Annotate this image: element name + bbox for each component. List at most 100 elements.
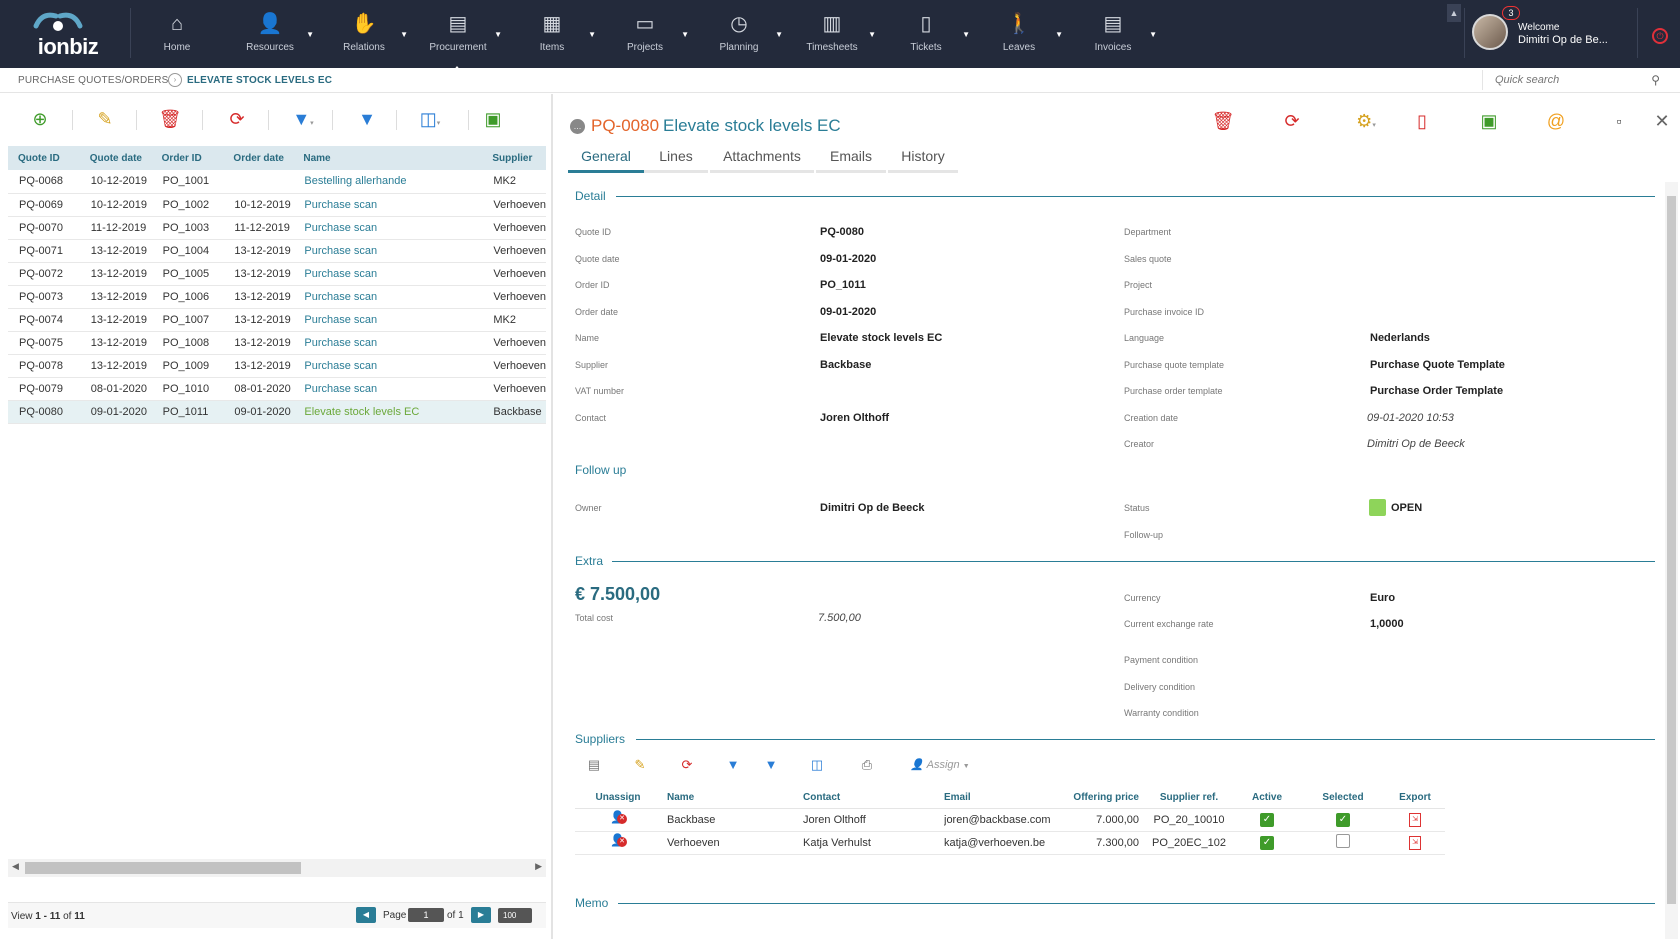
pdf-export-icon[interactable]: ⇲ [1409, 813, 1421, 827]
refresh-icon[interactable]: ⟳ [675, 753, 699, 777]
cell-name[interactable]: Purchase scan [293, 308, 483, 332]
settings-gear-icon[interactable]: ⚙▾ [1346, 108, 1386, 134]
cell-name[interactable]: Purchase scan [293, 285, 483, 309]
nav-leaves[interactable]: 🚶 Leaves ▼ [979, 10, 1063, 58]
chevron-down-icon[interactable]: ▼ [400, 30, 408, 39]
edit-icon[interactable]: ✎ [90, 106, 120, 132]
assign-button[interactable]: 👤 Assign ▼ [895, 753, 985, 777]
nav-planning[interactable]: ◷ Planning ▼ [699, 10, 783, 58]
export-cell[interactable]: ⇲ [1385, 808, 1445, 832]
active-checkbox-cell[interactable]: ✓ [1233, 831, 1301, 855]
export-cell[interactable]: ⇲ [1385, 831, 1445, 855]
page-number-input[interactable]: 1 [408, 908, 444, 922]
unassign-cell[interactable]: 👤✕ [575, 831, 661, 855]
logout-power-icon[interactable]: ⏻ [1652, 28, 1668, 44]
user-name[interactable]: Dimitri Op de Be... [1518, 34, 1608, 46]
search-icon[interactable]: ⚲ [1651, 73, 1660, 87]
cell-name[interactable]: Purchase scan [293, 239, 483, 263]
email-icon[interactable]: @ [1541, 108, 1571, 134]
avatar[interactable] [1472, 14, 1508, 50]
cell-name[interactable]: Purchase scan [293, 331, 483, 355]
chevron-down-icon[interactable]: ▼ [1055, 30, 1063, 39]
active-checkbox-cell[interactable]: ✓ [1233, 808, 1301, 832]
filter-icon[interactable]: ▼▾ [288, 106, 318, 132]
selected-checkbox-cell[interactable] [1301, 831, 1385, 855]
chevron-down-icon[interactable]: ▼ [962, 30, 970, 39]
panel-divider[interactable] [551, 94, 553, 939]
nav-procurement[interactable]: ▤ Procurement ▼ [418, 10, 502, 58]
unassign-icon[interactable]: 👤✕ [610, 811, 627, 825]
delete-icon[interactable]: 🗑 [155, 106, 185, 132]
pdf-export-icon[interactable]: ⇲ [1409, 836, 1421, 850]
table-row[interactable]: PQ-0069 10-12-2019 PO_1002 10-12-2019 Purcha… [8, 193, 546, 217]
scrollbar-thumb[interactable] [25, 862, 301, 874]
user-menu[interactable]: 3 Welcome Dimitri Op de Be... [1470, 6, 1640, 56]
col-offering-price[interactable]: Offering price [1052, 788, 1145, 809]
table-row[interactable]: PQ-0068 10-12-2019 PO_1001 Bestelling aller… [8, 170, 546, 194]
col-active[interactable]: Active [1233, 788, 1301, 809]
excel-export-icon[interactable]: ▣ [478, 106, 508, 132]
col-name[interactable]: Name [293, 146, 483, 170]
chevron-down-icon[interactable]: ▼ [494, 30, 502, 39]
selected-checkbox-cell[interactable]: ✓ [1301, 808, 1385, 832]
selected-checkbox[interactable] [1336, 834, 1350, 848]
ionbiz-logo[interactable]: ionbiz [28, 8, 108, 62]
col-order-date[interactable]: Order date [223, 146, 294, 170]
quick-search-input[interactable] [1495, 72, 1645, 88]
excel-export-icon[interactable]: ▣ [1474, 108, 1504, 134]
table-row[interactable]: PQ-0078 13-12-2019 PO_1009 13-12-2019 Purcha… [8, 354, 546, 378]
comment-icon[interactable]: … [570, 119, 585, 134]
tab-emails[interactable]: Emails [816, 145, 886, 173]
nav-items[interactable]: ▦ Items ▼ [512, 10, 596, 58]
add-supplier-icon[interactable]: ▤ [582, 753, 606, 777]
add-icon[interactable]: ⊕ [25, 106, 55, 132]
col-order-id[interactable]: Order ID [151, 146, 224, 170]
cell-name[interactable]: Purchase scan [293, 377, 483, 401]
table-row[interactable]: PQ-0073 13-12-2019 PO_1006 13-12-2019 Purcha… [8, 285, 546, 309]
nav-home[interactable]: ⌂ Home [137, 10, 217, 58]
col-quote-id[interactable]: Quote ID [8, 146, 80, 170]
nav-projects[interactable]: ▭ Projects ▼ [605, 10, 689, 58]
clear-filter-icon[interactable]: ▼ [759, 753, 783, 777]
prev-page-button[interactable]: ◀ [356, 907, 376, 923]
cell-name[interactable]: Bestelling allerhande [293, 170, 483, 194]
supplier-row[interactable]: 👤✕ VerhoevenKatja Verhulstkatja@verhoeven… [575, 831, 1445, 855]
rows-per-page-select[interactable]: 100 [498, 908, 532, 923]
horizontal-scrollbar[interactable]: ◀ ▶ [8, 859, 546, 877]
scroll-left-icon[interactable]: ◀ [12, 861, 19, 872]
col-unassign[interactable]: Unassign [575, 788, 661, 809]
cell-name[interactable]: Purchase scan [293, 193, 483, 217]
chevron-down-icon[interactable]: ▼ [775, 30, 783, 39]
chevron-down-icon[interactable]: ▼ [1149, 30, 1157, 39]
unassign-cell[interactable]: 👤✕ [575, 808, 661, 832]
supplier-row[interactable]: 👤✕ BackbaseJoren Olthoffjoren@backbase.co… [575, 808, 1445, 832]
table-row[interactable]: PQ-0079 08-01-2020 PO_1010 08-01-2020 Purcha… [8, 377, 546, 401]
next-page-button[interactable]: ▶ [471, 907, 491, 923]
table-row[interactable]: PQ-0075 13-12-2019 PO_1008 13-12-2019 Purcha… [8, 331, 546, 355]
chevron-down-icon[interactable]: ▼ [681, 30, 689, 39]
clear-filter-icon[interactable]: ▼ [352, 106, 382, 132]
col-selected[interactable]: Selected [1301, 788, 1385, 809]
collapse-header-button[interactable]: ▲ [1447, 4, 1461, 22]
table-row[interactable]: PQ-0071 13-12-2019 PO_1004 13-12-2019 Purcha… [8, 239, 546, 263]
active-checkbox[interactable]: ✓ [1260, 812, 1274, 827]
cell-name[interactable]: Purchase scan [293, 216, 483, 240]
active-checkbox[interactable]: ✓ [1260, 835, 1274, 850]
tab-history[interactable]: History [888, 145, 958, 173]
col-supplier-ref[interactable]: Supplier ref. [1145, 788, 1233, 809]
col-supplier-name[interactable]: Name [661, 788, 803, 809]
table-row[interactable]: PQ-0072 13-12-2019 PO_1005 13-12-2019 Purcha… [8, 262, 546, 286]
edit-icon[interactable]: ✎ [628, 753, 652, 777]
close-icon[interactable]: ✕ [1647, 108, 1677, 134]
tab-attachments[interactable]: Attachments [710, 145, 814, 173]
col-contact[interactable]: Contact [803, 788, 944, 809]
scroll-right-icon[interactable]: ▶ [535, 861, 542, 872]
chevron-down-icon[interactable]: ▼ [588, 30, 596, 39]
notification-badge[interactable]: 3 [1502, 6, 1520, 20]
table-row[interactable]: PQ-0070 11-12-2019 PO_1003 11-12-2019 Purcha… [8, 216, 546, 240]
unassign-icon[interactable]: 👤✕ [610, 834, 627, 848]
columns-icon[interactable]: ◫▾ [410, 106, 450, 132]
table-row[interactable]: PQ-0080 09-01-2020 PO_1011 09-01-2020 Elevat… [8, 400, 546, 424]
col-supplier[interactable]: Supplier [482, 146, 546, 170]
pdf-export-icon[interactable]: ▯ [1407, 108, 1437, 134]
